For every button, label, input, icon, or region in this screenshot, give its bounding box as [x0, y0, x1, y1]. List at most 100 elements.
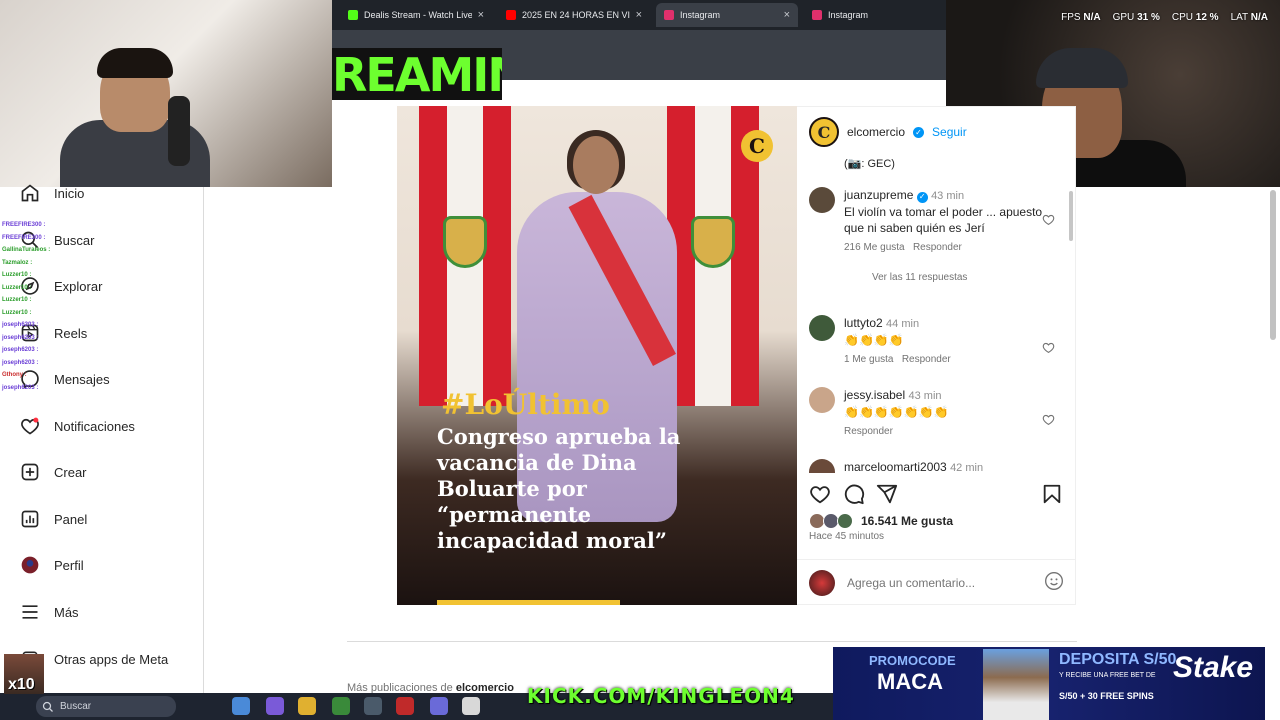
page-scrollbar[interactable]	[1270, 190, 1276, 340]
browser-tab[interactable]: 2025 EN 24 HORAS EN VIVO: JI ×	[498, 3, 650, 27]
emoji-icon[interactable]	[1044, 571, 1064, 596]
comments-scrollbar[interactable]	[1069, 191, 1073, 241]
author-avatar[interactable]: C	[809, 117, 839, 147]
tab-title: Instagram	[680, 10, 721, 20]
menu-icon	[20, 602, 40, 622]
sidebar-item-label: Perfil	[54, 557, 84, 573]
offer-subtext: Y RECIBE UNA FREE BET DE	[1059, 672, 1156, 679]
commenter-avatar[interactable]	[809, 187, 835, 213]
author-username[interactable]: elcomercio	[847, 125, 905, 139]
follow-button[interactable]: Seguir	[932, 125, 967, 139]
promo-label: PROMOCODE	[869, 653, 956, 668]
comment-text: 👏👏👏👏👏👏👏	[844, 405, 949, 419]
taskbar-app-icon[interactable]	[462, 697, 480, 715]
commenter-username[interactable]: juanzupreme	[844, 188, 913, 202]
taskbar-app-icon[interactable]	[396, 697, 414, 715]
tab-close-icon[interactable]: ×	[784, 9, 790, 21]
commenter-avatar[interactable]	[809, 387, 835, 413]
chat-message: joseph6203 :	[2, 347, 39, 353]
browser-tab[interactable]: Instagram ×	[656, 3, 798, 27]
sidebar-item-notificaciones[interactable]: Notificaciones	[20, 414, 135, 438]
tab-close-icon[interactable]: ×	[636, 9, 642, 21]
plus-square-icon	[20, 462, 40, 482]
comment-input[interactable]	[847, 576, 1032, 590]
sidebar-item-panel[interactable]: Panel	[20, 507, 87, 531]
comment-body: marceloomarti2003 42 min	[844, 459, 1044, 473]
reply-button[interactable]: Responder	[913, 242, 962, 253]
post-time-ago: Hace 45 minutos	[809, 531, 885, 542]
post-header: C elcomercio ✓ Seguir	[797, 107, 1076, 157]
browser-tab[interactable]: Instagram	[804, 3, 946, 27]
taskbar-app-icon[interactable]	[232, 697, 250, 715]
webcam-person-cap	[1036, 48, 1128, 88]
taskbar-app-icon[interactable]	[332, 697, 350, 715]
comments-list[interactable]: (📷: GEC) juanzupreme ✓ 43 min El violín v…	[797, 157, 1076, 473]
taskbar-app-icon[interactable]	[298, 697, 316, 715]
taskbar-app-icon[interactable]	[266, 697, 284, 715]
microphone	[168, 96, 190, 166]
share-send-icon[interactable]	[876, 483, 898, 510]
current-user-avatar	[809, 570, 835, 596]
reply-button[interactable]: Responder	[844, 426, 893, 437]
comment-likes[interactable]: 216 Me gusta	[844, 242, 905, 253]
taskbar-search[interactable]: Buscar	[36, 696, 176, 717]
commenter-username[interactable]: marceloomarti2003	[844, 460, 947, 473]
chat-message: joseph6203 :	[2, 322, 39, 328]
coat-of-arms	[443, 216, 487, 268]
commenter-username[interactable]: luttyto2	[844, 316, 883, 330]
streaming-text: REAMING	[332, 48, 502, 100]
like-heart-icon[interactable]	[809, 483, 831, 510]
sponsor-photo	[983, 649, 1049, 720]
chat-message: FREEFIRE300 :	[2, 234, 46, 241]
browser-tab[interactable]: Dealis Stream - Watch Live on ×	[340, 3, 492, 27]
reply-button[interactable]: Responder	[902, 354, 951, 365]
post-actions	[809, 483, 1064, 507]
comment-like-heart-icon[interactable]	[1042, 213, 1055, 231]
chat-message: Luzzer10 :	[2, 297, 32, 303]
commenter-username[interactable]: jessy.isabel	[844, 388, 905, 402]
comment-body: jessy.isabel 43 min 👏👏👏👏👏👏👏 Responder	[844, 387, 1044, 440]
view-replies-button[interactable]: Ver las 11 respuestas	[844, 270, 1044, 286]
performance-stats: FPS N/A GPU 31 % CPU 12 % LAT N/A	[1061, 12, 1268, 23]
commenter-avatar[interactable]	[809, 459, 835, 473]
likes-count[interactable]: 16.541 Me gusta	[861, 514, 953, 528]
tab-title: 2025 EN 24 HORAS EN VIVO: JI	[522, 10, 630, 20]
chat-message: GallinaTuraleos :	[2, 247, 51, 253]
comment-like-heart-icon[interactable]	[1042, 341, 1055, 359]
streamer-webcam-left	[0, 0, 332, 187]
comment-body: luttyto2 44 min 👏👏👏👏 1 Me gusta Responder	[844, 315, 1044, 368]
sidebar-item-crear[interactable]: Crear	[20, 460, 87, 484]
likes-summary[interactable]: 16.541 Me gusta	[809, 513, 953, 529]
el-comercio-logo: C	[741, 130, 773, 162]
comment-time: 44 min	[886, 318, 920, 330]
tab-title: Instagram	[828, 10, 869, 20]
sidebar-item-label: Panel	[54, 511, 88, 527]
sidebar-item-más[interactable]: Más	[20, 600, 79, 624]
tab-favicon-icon	[348, 10, 358, 20]
sidebar-item-inicio[interactable]: Inicio	[20, 181, 84, 205]
comment-bubble-icon[interactable]	[843, 483, 865, 510]
photo-subject-head	[573, 136, 619, 194]
progress-bar	[437, 600, 620, 605]
taskbar-app-icon[interactable]	[430, 697, 448, 715]
comment-meta: Responder	[844, 424, 1044, 440]
profile-avatar	[20, 555, 40, 575]
comment-likes[interactable]: 1 Me gusta	[844, 354, 893, 365]
taskbar-search-label: Buscar	[60, 701, 92, 712]
cpu-stat: CPU 12 %	[1171, 12, 1219, 23]
comment-time: 43 min	[931, 190, 965, 202]
save-bookmark-icon[interactable]	[1041, 483, 1063, 510]
commenter-avatar[interactable]	[809, 315, 835, 341]
post-hashtag: #LoÚltimo	[441, 388, 610, 421]
taskbar-app-icon[interactable]	[364, 697, 382, 715]
comment-like-heart-icon[interactable]	[1042, 413, 1055, 431]
chat-message: Luzzer10 :	[2, 284, 32, 291]
section-divider	[347, 641, 1077, 642]
chat-message: Luzzer10 :	[2, 272, 32, 278]
tab-close-icon[interactable]: ×	[478, 9, 484, 21]
sidebar-item-perfil[interactable]: Perfil	[20, 553, 84, 577]
sponsor-banner: PROMOCODE MACA DEPOSITA S/50 Y RECIBE UN…	[833, 647, 1265, 720]
sidebar-item-label: Inicio	[54, 185, 85, 201]
post-image[interactable]: C #LoÚltimo Congreso aprueba la vacancia…	[397, 106, 797, 605]
tab-favicon-icon	[812, 10, 822, 20]
